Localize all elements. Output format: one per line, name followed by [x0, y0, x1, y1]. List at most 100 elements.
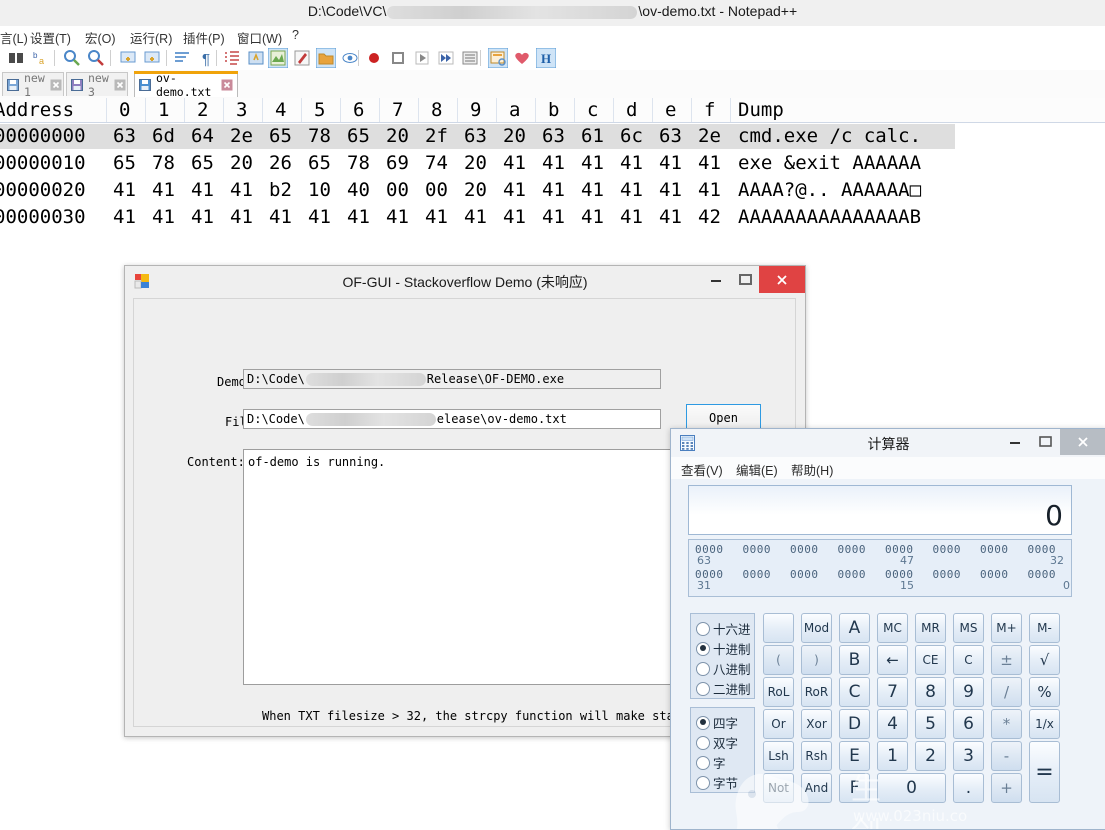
calc-key-.[interactable]: . [953, 773, 984, 803]
open-button[interactable]: Open [686, 404, 761, 431]
play-macro-icon[interactable] [412, 48, 432, 68]
calc-key-=[interactable]: = [1029, 741, 1060, 803]
calc-key-rol[interactable]: RoL [763, 677, 794, 707]
sync-scroll-v-icon[interactable] [118, 48, 138, 68]
hex-byte[interactable]: 41 [269, 205, 292, 230]
calc-minimize-button[interactable] [1000, 429, 1030, 455]
bit-group-lo-7[interactable]: 0000 [1028, 568, 1057, 581]
calc-key-4[interactable]: 4 [877, 709, 908, 739]
hex-byte[interactable]: 41 [347, 205, 370, 230]
hex-byte[interactable]: 63 [542, 124, 565, 149]
close-icon[interactable] [221, 79, 233, 91]
bit-group-hi-3[interactable]: 0000 [838, 543, 867, 556]
word_radios-radio-0[interactable]: 四字 [696, 713, 738, 732]
calc-key-e[interactable]: E [839, 741, 870, 771]
hex-byte[interactable]: 41 [581, 151, 604, 176]
calc-key-1/x[interactable]: 1/x [1029, 709, 1060, 739]
calc-key-0[interactable]: 0 [877, 773, 946, 803]
hex-row[interactable]: 00000020 41 41 41 41 b2 10 40 00 00 20 41 41 41 41 41 41… [0, 178, 1105, 203]
find-icon[interactable] [6, 48, 26, 68]
hex-byte[interactable]: 41 [620, 205, 643, 230]
calc-key--[interactable]: - [991, 741, 1022, 771]
calc-key-ror[interactable]: RoR [801, 677, 832, 707]
word_radios-radio-1[interactable]: 双字 [696, 733, 738, 752]
number-base-radio-group[interactable]: 十六进 十进制 八进制 二进制 [690, 613, 755, 699]
bit-group-lo-5[interactable]: 0000 [933, 568, 962, 581]
bit-group-lo-2[interactable]: 0000 [790, 568, 819, 581]
pen-icon[interactable] [292, 48, 312, 68]
hex-byte[interactable]: 10 [308, 178, 331, 203]
heart-icon[interactable] [512, 48, 532, 68]
bit-group-lo-3[interactable]: 0000 [838, 568, 867, 581]
calc-key-2[interactable]: 2 [915, 741, 946, 771]
calc-key-x[interactable]: √ [1029, 645, 1060, 675]
calc-key-m-[interactable]: M- [1029, 613, 1060, 643]
hex-byte[interactable]: 63 [113, 124, 136, 149]
word-wrap-icon[interactable] [172, 48, 192, 68]
hex-byte[interactable]: 41 [620, 178, 643, 203]
hex-byte[interactable]: 74 [425, 151, 448, 176]
calc-key-x[interactable]: ( [763, 645, 794, 675]
hex-byte[interactable]: 41 [698, 178, 721, 203]
zoom-out-icon[interactable] [86, 48, 106, 68]
calc-menu-item-1[interactable]: 编辑(E) [736, 460, 778, 479]
hex-byte[interactable]: 65 [308, 151, 331, 176]
calc-key-ms[interactable]: MS [953, 613, 984, 643]
hex-byte[interactable]: 41 [503, 151, 526, 176]
bit-group-hi-6[interactable]: 0000 [980, 543, 1009, 556]
indent-guide-icon[interactable] [222, 48, 242, 68]
calc-key-blank[interactable] [763, 613, 794, 643]
hex-byte[interactable]: 61 [581, 124, 604, 149]
hex-byte[interactable]: 65 [347, 124, 370, 149]
npp-tab-bar[interactable]: new 1 new 3 ov-demo.txt [0, 70, 1105, 99]
hex-byte[interactable]: 63 [464, 124, 487, 149]
hex-row[interactable]: 00000010 65 78 65 20 26 65 78 69 74 20 41 41 41 41 41 41… [0, 151, 1105, 176]
calc-key-lsh[interactable]: Lsh [763, 741, 794, 771]
hex-byte[interactable]: 41 [581, 205, 604, 230]
calc-key-5[interactable]: 5 [915, 709, 946, 739]
hex-byte[interactable]: 41 [152, 205, 175, 230]
calc-key-9[interactable]: 9 [953, 677, 984, 707]
npp-tab-1[interactable]: new 3 [66, 71, 128, 99]
window-icon[interactable] [487, 47, 509, 69]
calc-key-and[interactable]: And [801, 773, 832, 803]
calc-key-c[interactable]: C [839, 677, 870, 707]
calc-key-*[interactable]: * [991, 709, 1022, 739]
calc-key-8[interactable]: 8 [915, 677, 946, 707]
calc-key-m+[interactable]: M+ [991, 613, 1022, 643]
maximize-button[interactable] [730, 266, 759, 293]
hex-byte[interactable]: 41 [659, 151, 682, 176]
bit-group-hi-5[interactable]: 0000 [933, 543, 962, 556]
calc-close-button[interactable] [1060, 429, 1105, 455]
hex-byte[interactable]: 41 [503, 205, 526, 230]
stop-macro-icon[interactable] [388, 48, 408, 68]
hex-byte[interactable]: 00 [386, 178, 409, 203]
calc-key-x[interactable]: ← [877, 645, 908, 675]
hex-byte[interactable]: 78 [308, 124, 331, 149]
hex-byte[interactable]: b2 [269, 178, 292, 203]
hex-byte[interactable]: 20 [386, 124, 409, 149]
hex-byte[interactable]: 64 [191, 124, 214, 149]
npp-menu-item-4[interactable]: 插件(P) [183, 28, 225, 47]
hex-byte[interactable]: 26 [269, 151, 292, 176]
npp-menu-item-1[interactable]: 设置(T) [30, 28, 71, 47]
hex-byte[interactable]: 6c [620, 124, 643, 149]
html-icon[interactable]: H [535, 47, 557, 69]
hex-byte[interactable]: 41 [659, 178, 682, 203]
minimize-button[interactable] [701, 266, 730, 293]
calc-key-not[interactable]: Not [763, 773, 794, 803]
hex-byte[interactable]: 41 [581, 178, 604, 203]
calc-key-d[interactable]: D [839, 709, 870, 739]
hex-byte[interactable]: 41 [698, 151, 721, 176]
hex-byte[interactable]: 42 [698, 205, 721, 230]
bit-group-hi-1[interactable]: 0000 [743, 543, 772, 556]
calc-key-7[interactable]: 7 [877, 677, 908, 707]
base_radios-radio-3[interactable]: 二进制 [696, 679, 751, 698]
bit-group-lo-1[interactable]: 0000 [743, 568, 772, 581]
close-icon[interactable] [114, 79, 126, 91]
hex-byte[interactable]: 41 [620, 151, 643, 176]
calc-key-b[interactable]: B [839, 645, 870, 675]
npp-toolbar[interactable]: b a ¶ H [0, 46, 1105, 70]
calc-key-c[interactable]: C [953, 645, 984, 675]
hex-byte[interactable]: 78 [152, 151, 175, 176]
